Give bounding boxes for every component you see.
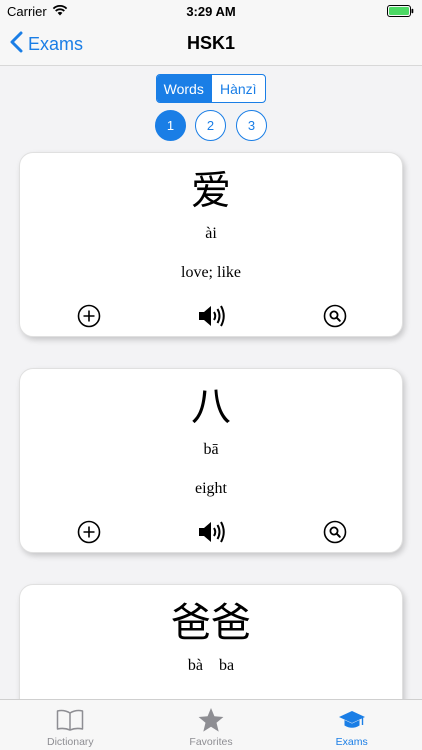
word-card[interactable]: 爱 ài love; like <box>19 152 403 337</box>
card-hanzi: 八 <box>191 384 231 430</box>
tab-favorites[interactable]: Favorites <box>141 700 282 750</box>
tab-label: Dictionary <box>46 736 94 748</box>
tab-label: Exams <box>335 736 368 748</box>
tab-exams[interactable]: Exams <box>281 700 422 750</box>
speaker-icon[interactable] <box>198 303 228 329</box>
book-icon <box>56 706 84 734</box>
page-3-button[interactable]: 3 <box>236 110 267 141</box>
plus-circle-icon[interactable] <box>76 519 102 545</box>
page-selector: 1 2 3 <box>155 110 267 142</box>
segment-hanzi[interactable]: Hànzì <box>210 75 266 102</box>
card-pinyin: bà ba <box>187 657 235 674</box>
card-hanzi: 爸爸 <box>171 600 251 646</box>
card-meaning: love; like <box>181 264 241 281</box>
card-meaning: eight <box>195 480 227 497</box>
status-bar: Carrier 3:29 AM <box>0 0 422 22</box>
graduation-cap-icon <box>338 706 366 734</box>
tab-dictionary[interactable]: Dictionary <box>0 700 141 750</box>
star-icon <box>197 706 225 734</box>
segment-words[interactable]: Words <box>157 75 211 102</box>
status-time: 3:29 AM <box>186 4 236 19</box>
magnifier-circle-icon[interactable] <box>322 303 348 329</box>
card-hanzi: 爱 <box>191 168 231 214</box>
words-hanzi-segmented-control: Words Hànzì <box>156 74 266 103</box>
card-pinyin: ài <box>205 225 217 242</box>
speaker-icon[interactable] <box>198 519 228 545</box>
word-card[interactable]: 八 bā eight <box>19 368 403 553</box>
plus-circle-icon[interactable] <box>76 303 102 329</box>
card-pinyin: bā <box>203 441 219 458</box>
page-title: HSK1 <box>186 33 235 53</box>
page-2-button[interactable]: 2 <box>195 110 226 141</box>
navigation-bar: Exams HSK1 <box>0 22 422 66</box>
magnifier-circle-icon[interactable] <box>322 519 348 545</box>
tab-bar: Dictionary Favorites Exams <box>0 699 422 750</box>
tab-label: Favorites <box>189 736 233 748</box>
page-1-button[interactable]: 1 <box>155 110 186 141</box>
battery-icon <box>387 5 414 20</box>
